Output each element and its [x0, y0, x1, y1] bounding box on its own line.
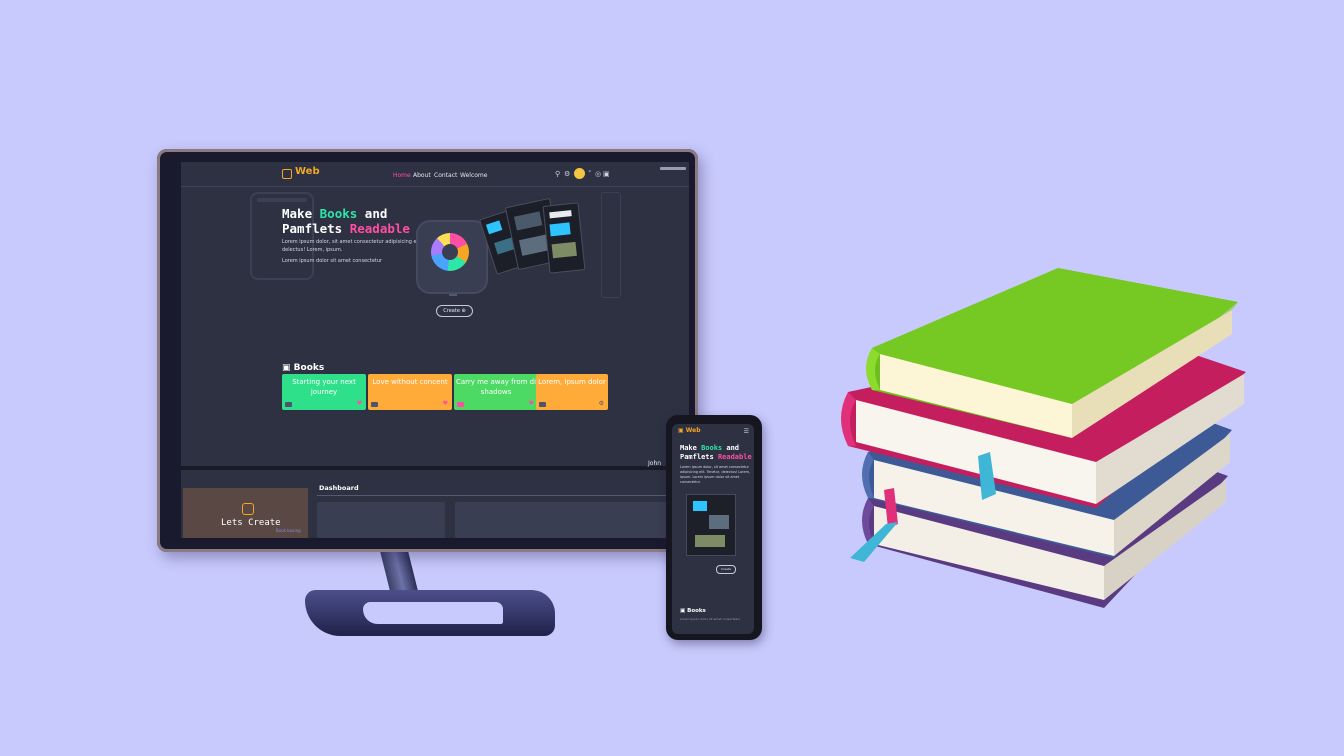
phone-pamphlet-photo — [709, 515, 729, 529]
book-card[interactable]: Love without concent ♥ — [368, 374, 452, 410]
phone-pamphlet-image — [686, 494, 736, 556]
phone-hero-title-readable: Readable — [717, 453, 752, 461]
dashboard-title: Dashboard — [319, 484, 359, 492]
globe-icon[interactable]: ◎ — [595, 170, 601, 179]
hero-title: Make Books and Pamflets Readable — [282, 206, 410, 236]
donut-hole — [442, 244, 458, 260]
hero-description-secondary: Lorem ipsum dolor sit amet consectetur — [282, 258, 383, 264]
dashboard-card[interactable] — [455, 502, 583, 538]
phone-create-button[interactable]: Create — [716, 565, 736, 574]
hero-title-line2: Pamflets — [282, 221, 350, 236]
pamphlet-3-block — [549, 222, 571, 237]
site-logo[interactable]: Web — [295, 166, 320, 177]
heart-icon[interactable]: ♥ — [529, 401, 534, 407]
books-heading-label: Books — [293, 363, 325, 373]
gear-icon[interactable]: ⚙ — [599, 401, 604, 407]
dashboard-card[interactable] — [317, 502, 445, 538]
hero-title-books: Books — [319, 206, 358, 221]
books-heading: ▣ Books — [282, 363, 324, 373]
phone-books-subtitle: Lorem ipsum dolor sit amet consectetur — [680, 617, 741, 621]
phone-pamphlet-photo-b — [695, 535, 725, 547]
plus-circle-icon: ⊕ — [461, 308, 466, 314]
hero-title-and: and — [357, 206, 388, 221]
chevron-down-icon[interactable]: ˅ — [588, 170, 592, 179]
pamphlet-3-photo — [551, 241, 577, 259]
book-logo-icon: ▣ — [678, 427, 684, 434]
create-button-label: Create — [443, 308, 460, 314]
phone-hero-description: Lorem ipsum dolor, sit amet consectetur … — [680, 465, 750, 484]
pamphlet-1-block — [485, 220, 503, 235]
carousel-dots — [449, 294, 457, 296]
phone-site-logo[interactable]: ▣ Web — [678, 427, 701, 434]
user-avatar[interactable] — [574, 168, 585, 179]
decor-toolbar — [601, 192, 621, 298]
book-card-badge — [539, 402, 546, 407]
book-icon: ▣ — [680, 608, 686, 614]
search-icon[interactable]: ⚲ — [555, 170, 560, 179]
pamphlet-3-header — [549, 210, 572, 219]
sidebar-subtitle[interactable]: Book boxing — [276, 528, 301, 533]
nav-tag-bar — [660, 167, 686, 170]
decor-bar — [257, 198, 307, 202]
dashboard-username: John — [648, 460, 662, 467]
book-card[interactable]: Carry me away from di shadows ♥ — [454, 374, 538, 410]
nav-link-about[interactable]: About — [413, 172, 431, 179]
phone-logo-text: Web — [685, 427, 701, 434]
phone-screen: ▣ Web ☰ Make Books and Pamflets Readable… — [672, 424, 754, 634]
book-card[interactable]: Lorem, ipsum dolor ⚙ — [536, 374, 608, 410]
nav-link-contact[interactable]: Contact — [434, 172, 457, 179]
phone-hero-title-books: Books — [701, 444, 723, 452]
book-card-badge — [457, 402, 464, 407]
hero-title-readable: Readable — [349, 221, 410, 236]
book-card-badge — [285, 402, 292, 407]
sidebar-title: Lets Create — [221, 518, 281, 528]
section-divider — [181, 466, 689, 470]
monitor-screen: Web Home About Contact Welcome ⚲ ⚙ ˅ ◎ ▣… — [181, 162, 689, 538]
pamphlet-2-photo — [513, 211, 543, 231]
book-card[interactable]: Starting your next journey ♥ — [282, 374, 366, 410]
book-card-title: Starting your next journey — [292, 378, 356, 396]
book-icon: ▣ — [282, 363, 291, 373]
phone-hero-title-line2: Pamflets — [680, 453, 718, 461]
book-stack-illustration — [841, 268, 1246, 608]
book-card-title: Love without concent — [372, 378, 448, 386]
bag-icon[interactable]: ▣ — [603, 170, 610, 179]
heart-icon[interactable]: ♥ — [357, 401, 362, 407]
phone-hero-title-and: and — [722, 444, 740, 452]
phone-hero-title: Make Books and Pamflets Readable — [680, 444, 752, 462]
monitor-stand-base-cutout — [363, 602, 503, 624]
pamphlet-image-3 — [542, 202, 586, 274]
phone-books-heading-label: Books — [687, 608, 706, 614]
sidebar-logo-icon — [242, 503, 254, 515]
hamburger-menu-icon[interactable]: ☰ — [744, 428, 749, 435]
nav-link-welcome[interactable]: Welcome — [460, 172, 487, 179]
nav-link-home[interactable]: Home — [393, 172, 411, 179]
settings-icon[interactable]: ⚙ — [564, 170, 570, 179]
dashboard-divider — [317, 495, 689, 496]
create-button[interactable]: Create ⊕ — [436, 305, 473, 317]
hero-title-text: Make — [282, 206, 320, 221]
book-card-title: Carry me away from di shadows — [455, 378, 537, 396]
heart-icon[interactable]: ♥ — [443, 401, 448, 407]
book-card-title: Lorem, ipsum dolor — [538, 378, 606, 386]
book-logo-icon — [282, 169, 292, 179]
website-navbar: Web Home About Contact Welcome ⚲ ⚙ ˅ ◎ ▣ — [181, 162, 689, 187]
phone-pamphlet-block — [693, 501, 707, 511]
phone-books-heading: ▣ Books — [680, 608, 706, 614]
phone-hero-title-text: Make — [680, 444, 702, 452]
book-card-badge — [371, 402, 378, 407]
